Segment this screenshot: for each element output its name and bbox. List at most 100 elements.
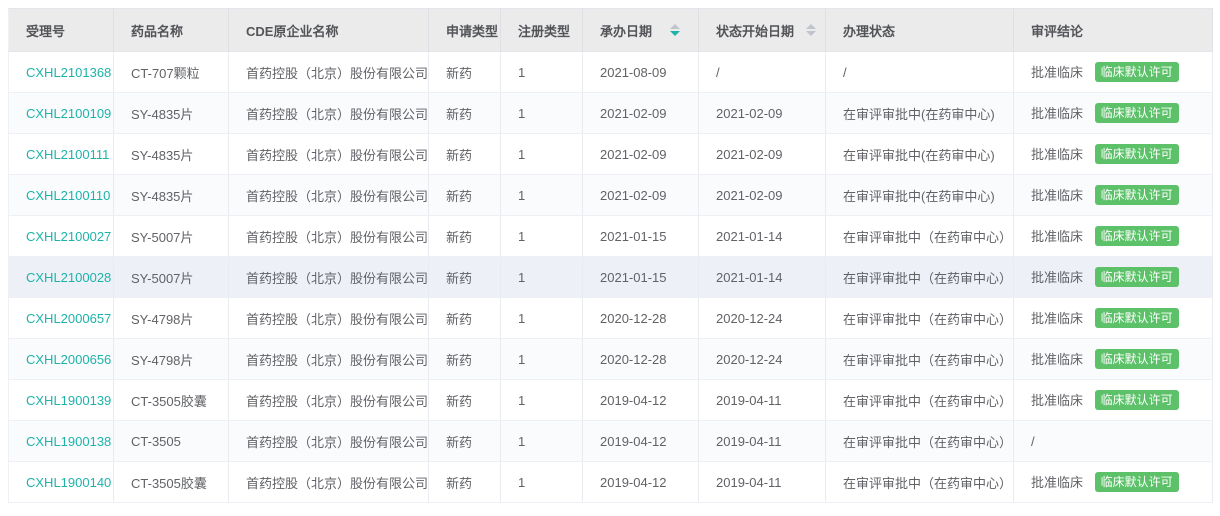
acceptance-no-link[interactable]: CXHL2000656 [26, 352, 111, 367]
company-cell: 首药控股（北京）股份有限公司 [229, 257, 429, 298]
application-type-cell: 新药 [429, 134, 501, 175]
column-header-acceptance-no: 受理号 [9, 9, 114, 52]
table-row: CXHL1900139 CT-3505胶囊 首药控股（北京）股份有限公司 新药 … [9, 380, 1213, 421]
sort-ascending-icon[interactable] [806, 24, 816, 29]
column-header-registration-type: 注册类型 [501, 9, 583, 52]
column-label: 办理状态 [843, 21, 895, 40]
company-cell: 首药控股（北京）股份有限公司 [229, 216, 429, 257]
acceptance-no-cell: CXHL2100110 [9, 175, 114, 216]
accept-date-cell: 2021-02-09 [583, 134, 699, 175]
application-type-cell: 新药 [429, 216, 501, 257]
drug-name-cell: CT-3505胶囊 [114, 462, 229, 503]
review-conclusion-cell: 批准临床 临床默认许可 [1014, 298, 1213, 339]
acceptance-no-cell: CXHL2100111 [9, 134, 114, 175]
sort-descending-icon[interactable] [670, 31, 680, 36]
column-label: 药品名称 [131, 21, 183, 40]
accept-date-cell: 2021-08-09 [583, 52, 699, 93]
accept-date-cell: 2019-04-12 [583, 462, 699, 503]
processing-status-cell: 在审评审批中（在药审中心） [826, 216, 1014, 257]
column-header-review-conclusion: 审评结论 [1014, 9, 1213, 52]
acceptance-no-cell: CXHL2000656 [9, 339, 114, 380]
review-badge: 临床默认许可 [1095, 103, 1179, 123]
table-row: CXHL2101368 CT-707颗粒 首药控股（北京）股份有限公司 新药 1… [9, 52, 1213, 93]
accept-date-cell: 2020-12-28 [583, 339, 699, 380]
review-conclusion-cell: / [1014, 421, 1213, 462]
review-badge: 临床默认许可 [1095, 308, 1179, 328]
acceptance-no-cell: CXHL2100027 [9, 216, 114, 257]
review-conclusion-cell: 批准临床 临床默认许可 [1014, 52, 1213, 93]
column-label: 状态开始日期 [716, 21, 794, 40]
acceptance-no-link[interactable]: CXHL2100109 [26, 106, 111, 121]
column-header-drug-name: 药品名称 [114, 9, 229, 52]
column-header-processing-status: 办理状态 [826, 9, 1014, 52]
accept-date-cell: 2021-01-15 [583, 216, 699, 257]
review-conclusion-cell: 批准临床 临床默认许可 [1014, 380, 1213, 421]
processing-status-cell: 在审评审批中（在药审中心） [826, 421, 1014, 462]
processing-status-cell: 在审评审批中（在药审中心） [826, 339, 1014, 380]
acceptance-no-link[interactable]: CXHL1900138 [26, 434, 111, 449]
column-label: 注册类型 [518, 21, 570, 40]
processing-status-cell: 在审评审批中(在药审中心) [826, 134, 1014, 175]
review-badge: 临床默认许可 [1095, 226, 1179, 246]
processing-status-cell: 在审评审批中(在药审中心) [826, 93, 1014, 134]
status-start-date-cell: 2019-04-11 [699, 462, 826, 503]
processing-status-cell: 在审评审批中（在药审中心） [826, 298, 1014, 339]
acceptance-no-link[interactable]: CXHL2100028 [26, 270, 111, 285]
acceptance-no-link[interactable]: CXHL2100027 [26, 229, 111, 244]
drug-name-cell: CT-3505胶囊 [114, 380, 229, 421]
registration-type-cell: 1 [501, 339, 583, 380]
review-conclusion-cell: 批准临床 临床默认许可 [1014, 462, 1213, 503]
review-badge: 临床默认许可 [1095, 267, 1179, 287]
acceptance-no-link[interactable]: CXHL1900139 [26, 393, 111, 408]
column-label: CDE原企业名称 [246, 21, 338, 40]
review-conclusion-text: 批准临床 [1031, 352, 1083, 367]
table-row: CXHL2100110 SY-4835片 首药控股（北京）股份有限公司 新药 1… [9, 175, 1213, 216]
sort-caret-accept-date[interactable] [670, 24, 680, 36]
acceptance-no-link[interactable]: CXHL1900140 [26, 475, 111, 490]
column-label: 受理号 [26, 21, 65, 40]
review-conclusion-cell: 批准临床 临床默认许可 [1014, 175, 1213, 216]
sort-descending-icon[interactable] [806, 31, 816, 36]
acceptance-no-link[interactable]: CXHL2100111 [26, 147, 109, 162]
processing-status-cell: 在审评审批中（在药审中心） [826, 462, 1014, 503]
review-conclusion-text: 批准临床 [1031, 229, 1083, 244]
processing-status-cell: 在审评审批中（在药审中心） [826, 380, 1014, 421]
table-row: CXHL2000656 SY-4798片 首药控股（北京）股份有限公司 新药 1… [9, 339, 1213, 380]
status-start-date-cell: / [699, 52, 826, 93]
sort-ascending-icon[interactable] [670, 24, 680, 29]
drug-name-cell: SY-4835片 [114, 134, 229, 175]
review-badge: 临床默认许可 [1095, 472, 1179, 492]
registration-type-cell: 1 [501, 52, 583, 93]
company-cell: 首药控股（北京）股份有限公司 [229, 134, 429, 175]
review-conclusion-cell: 批准临床 临床默认许可 [1014, 93, 1213, 134]
acceptance-no-link[interactable]: CXHL2100110 [26, 188, 110, 203]
registration-type-cell: 1 [501, 93, 583, 134]
table-row: CXHL2100027 SY-5007片 首药控股（北京）股份有限公司 新药 1… [9, 216, 1213, 257]
accept-date-cell: 2021-02-09 [583, 175, 699, 216]
column-header-status-start-date[interactable]: 状态开始日期 [699, 9, 826, 52]
table-row: CXHL2100109 SY-4835片 首药控股（北京）股份有限公司 新药 1… [9, 93, 1213, 134]
application-type-cell: 新药 [429, 339, 501, 380]
drug-registration-table: 受理号 药品名称 CDE原企业名称 申请类型 注册类型 承办日期 [8, 8, 1213, 503]
review-conclusion-text: 批准临床 [1031, 147, 1083, 162]
accept-date-cell: 2021-02-09 [583, 93, 699, 134]
application-type-cell: 新药 [429, 257, 501, 298]
company-cell: 首药控股（北京）股份有限公司 [229, 339, 429, 380]
review-badge: 临床默认许可 [1095, 144, 1179, 164]
drug-name-cell: SY-5007片 [114, 216, 229, 257]
sort-caret-status-start-date[interactable] [806, 24, 816, 36]
acceptance-no-link[interactable]: CXHL2000657 [26, 311, 111, 326]
column-label: 申请类型 [446, 21, 498, 40]
acceptance-no-link[interactable]: CXHL2101368 [26, 65, 111, 80]
column-header-accept-date[interactable]: 承办日期 [583, 9, 699, 52]
review-conclusion-text: / [1031, 434, 1035, 449]
table-row: CXHL2100028 SY-5007片 首药控股（北京）股份有限公司 新药 1… [9, 257, 1213, 298]
accept-date-cell: 2019-04-12 [583, 421, 699, 462]
review-badge: 临床默认许可 [1095, 349, 1179, 369]
accept-date-cell: 2020-12-28 [583, 298, 699, 339]
accept-date-cell: 2019-04-12 [583, 380, 699, 421]
review-conclusion-text: 批准临床 [1031, 311, 1083, 326]
company-cell: 首药控股（北京）股份有限公司 [229, 462, 429, 503]
accept-date-cell: 2021-01-15 [583, 257, 699, 298]
acceptance-no-cell: CXHL1900138 [9, 421, 114, 462]
